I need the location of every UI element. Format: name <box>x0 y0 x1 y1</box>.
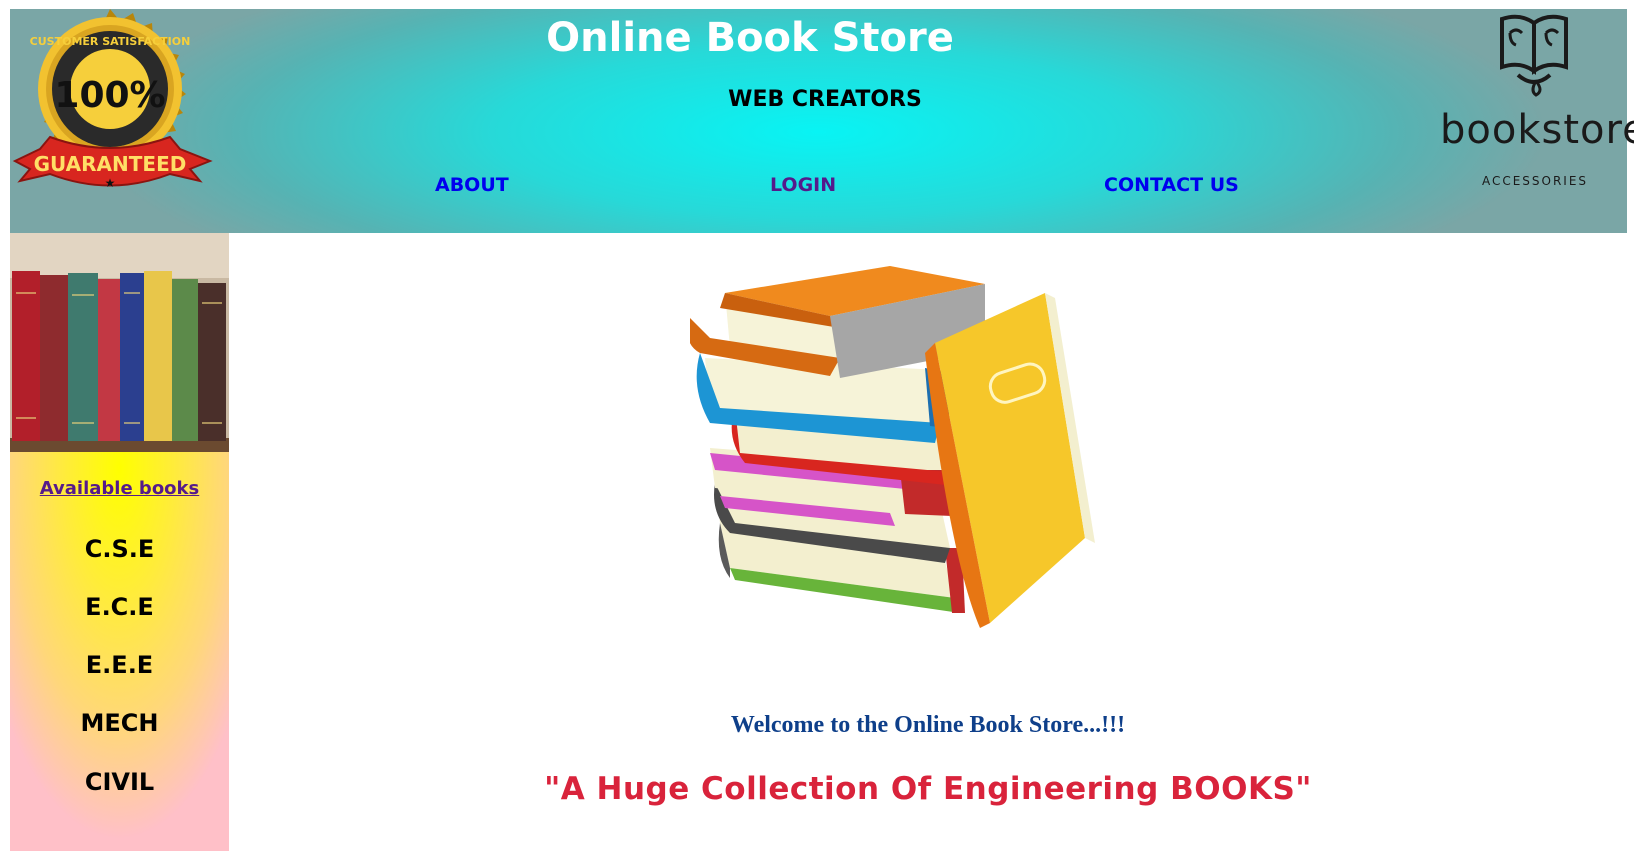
nav-login-link[interactable]: LOGIN <box>770 174 836 196</box>
nav-about-link[interactable]: ABOUT <box>435 174 509 196</box>
category-cse[interactable]: C.S.E <box>10 535 229 563</box>
site-subtitle: WEB CREATORS <box>728 87 922 112</box>
bookshelf-image <box>10 233 229 452</box>
bookstore-logo: bookstore ACCESSORIES <box>1440 9 1634 209</box>
badge-ribbon-text: GUARANTEED <box>34 152 187 176</box>
welcome-message: Welcome to the Online Book Store...!!! <box>730 712 1126 738</box>
book-stack-illustration <box>690 266 1095 628</box>
badge-star-icon: ★ <box>105 176 116 190</box>
brand-tagline: ACCESSORIES <box>1481 174 1589 188</box>
site-header: 100% CUSTOMER SATISFACTION GUARANTEED ★ … <box>10 9 1634 233</box>
available-books-link[interactable]: Available books <box>10 478 229 499</box>
sidebar: Available books C.S.E E.C.E E.E.E MECH C… <box>10 233 229 851</box>
open-book-icon <box>1500 14 1568 97</box>
category-ece[interactable]: E.C.E <box>10 593 229 621</box>
site-title: Online Book Store <box>546 15 954 61</box>
category-mech[interactable]: MECH <box>10 709 229 737</box>
tagline: "A Huge Collection Of Engineering BOOKS" <box>544 771 1312 807</box>
nav-contact-link[interactable]: CONTACT US <box>1104 174 1239 196</box>
category-civil[interactable]: CIVIL <box>10 768 229 796</box>
brand-name: bookstore <box>1440 107 1634 153</box>
category-eee[interactable]: E.E.E <box>10 651 229 679</box>
